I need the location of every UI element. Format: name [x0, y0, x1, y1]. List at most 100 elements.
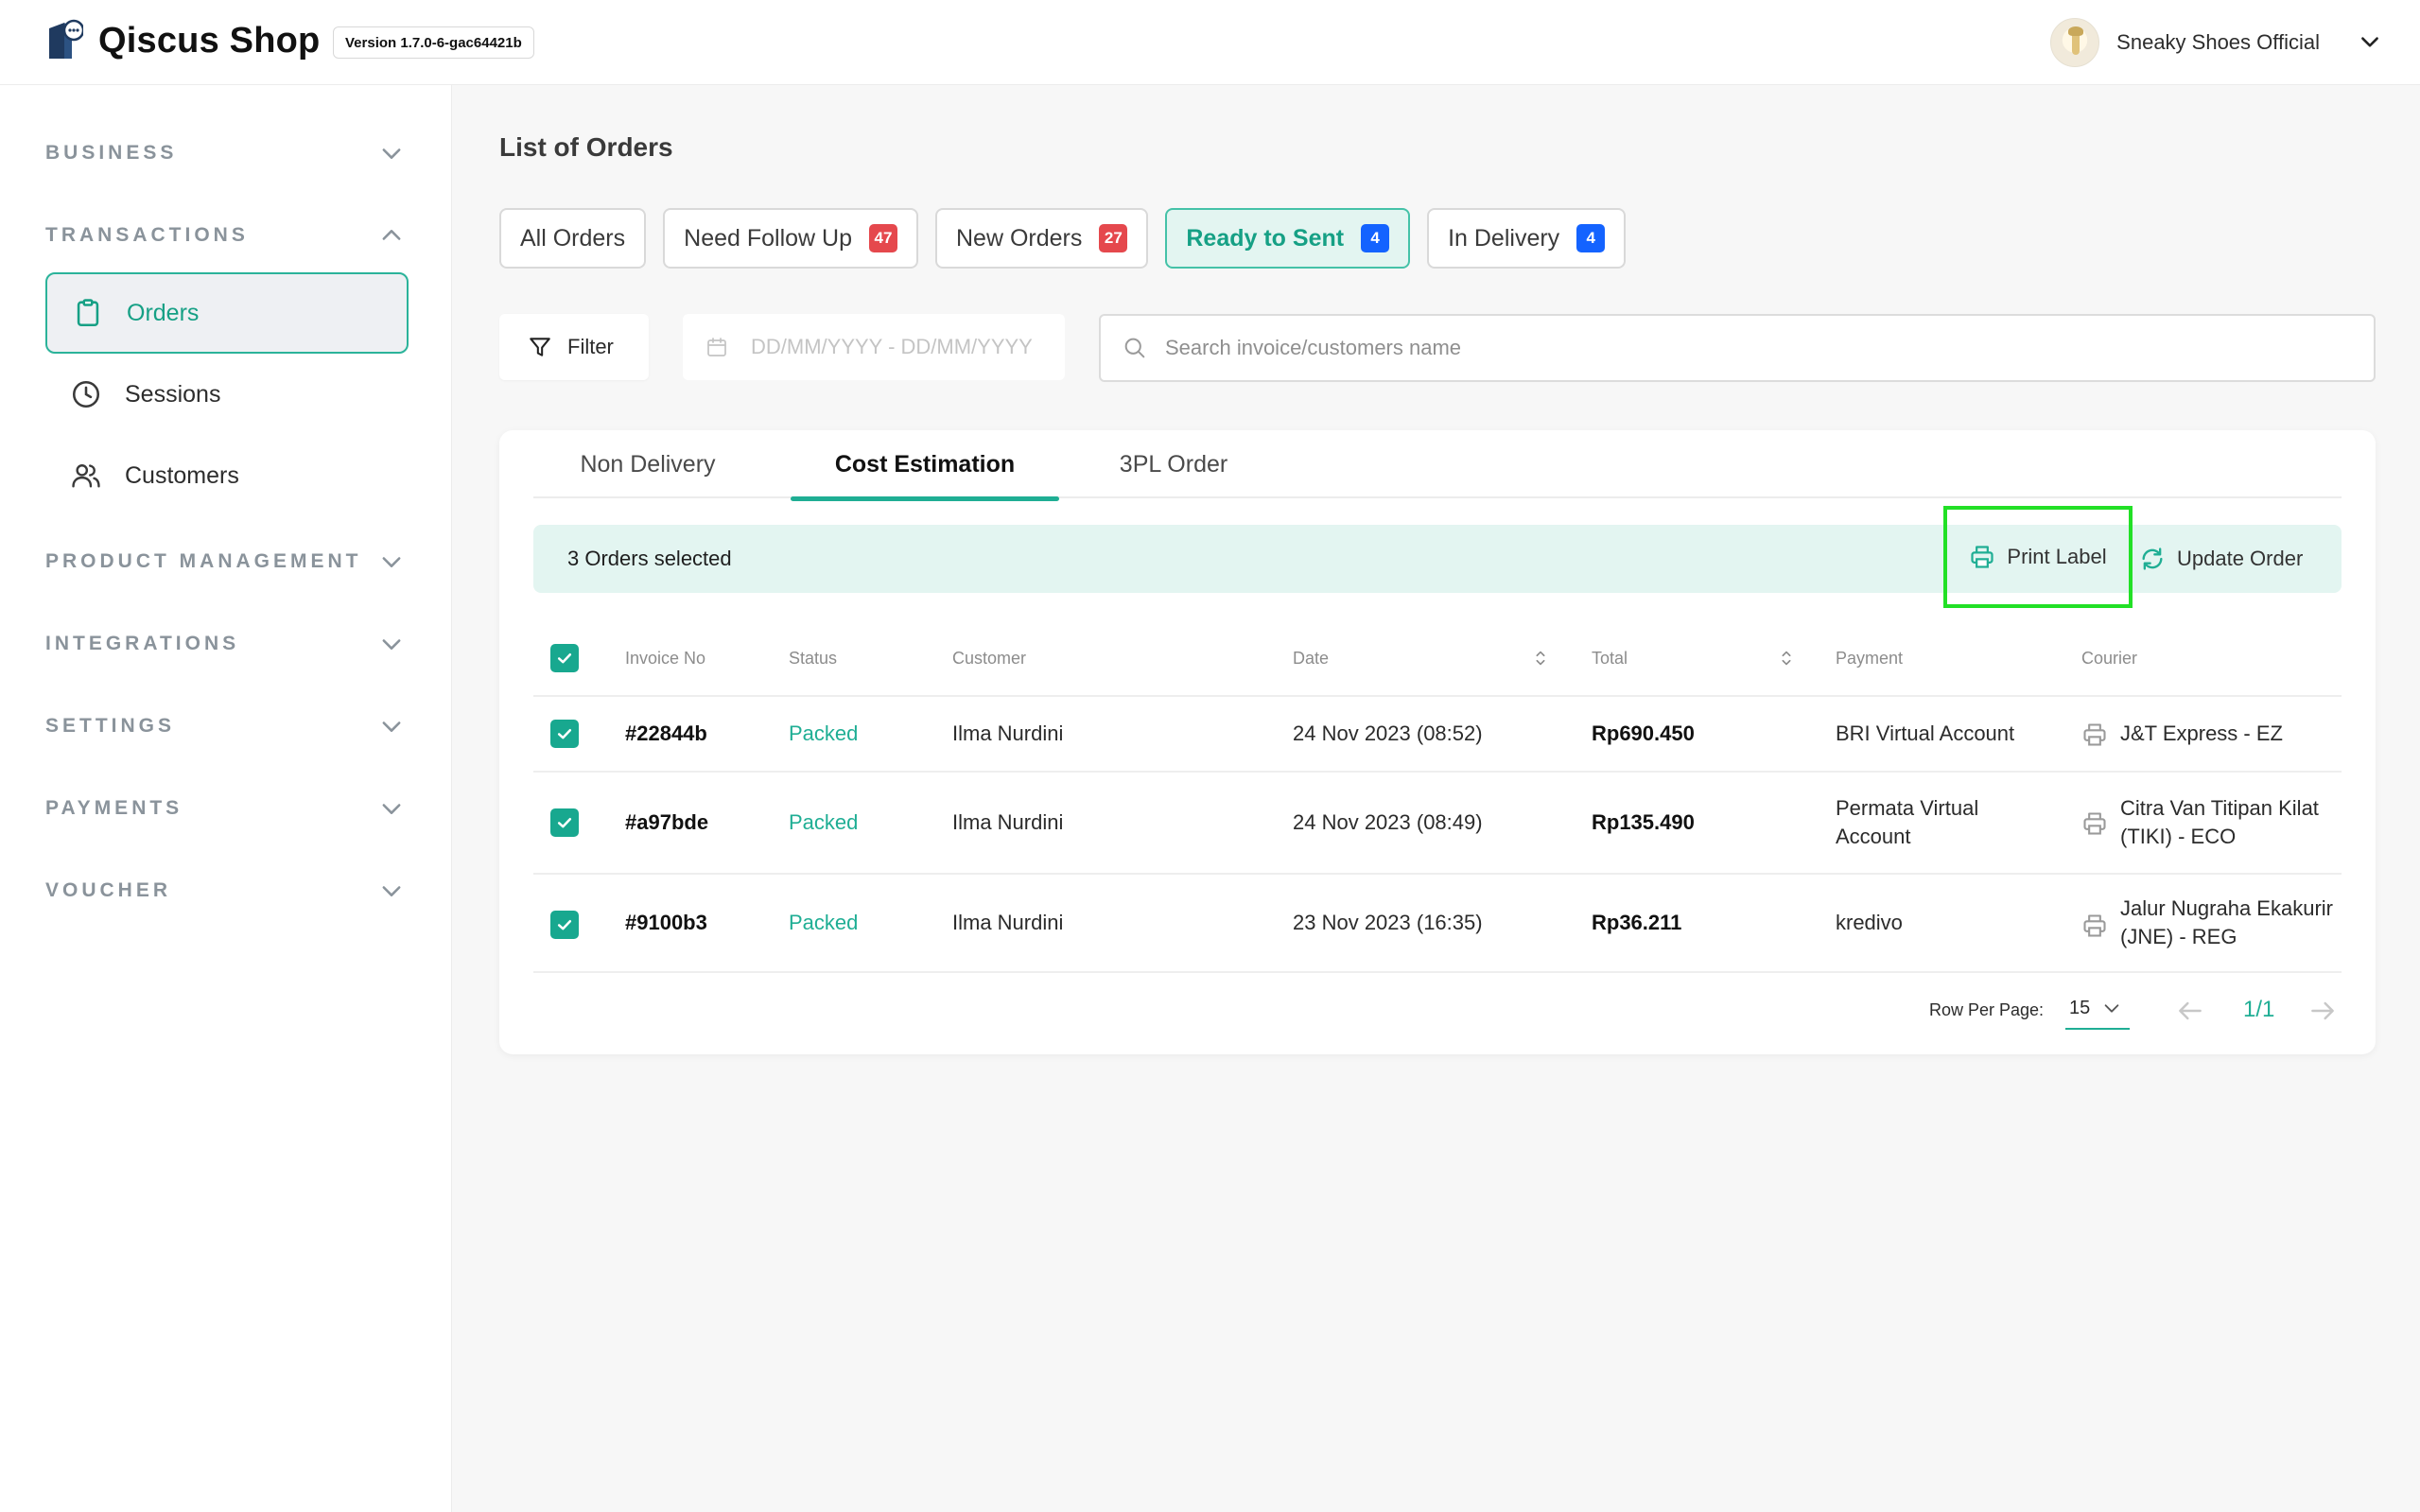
sort-icon[interactable] [1776, 647, 1797, 669]
chevron-down-icon [382, 557, 401, 567]
row-checkbox[interactable] [550, 720, 579, 748]
tab-non-delivery[interactable]: Non Delivery [533, 430, 762, 498]
invoice-number[interactable]: #9100b3 [625, 875, 707, 971]
rows-per-page-value: 15 [2069, 997, 2091, 1018]
search-input[interactable] [1165, 336, 2300, 360]
arrow-left-icon[interactable] [2175, 996, 2205, 1026]
checkmark-icon [557, 729, 572, 739]
printer-icon[interactable] [2081, 721, 2108, 748]
count-badge: 47 [869, 224, 897, 252]
rows-per-page-select[interactable]: 15 [2065, 988, 2130, 1030]
sidebar-section-label: BUSINESS [45, 142, 178, 164]
sidebar-section-voucher[interactable]: VOUCHER [45, 872, 405, 910]
account-menu[interactable]: Sneaky Shoes Official [2050, 17, 2382, 68]
tab-label: Ready to Sent [1186, 224, 1345, 252]
count-badge: 4 [1361, 224, 1390, 252]
page-indicator: 1/1 [2243, 997, 2275, 1022]
column-header-customer: Customer [952, 648, 1027, 668]
order-status: Packed [789, 721, 859, 745]
sidebar-section-integrations[interactable]: INTEGRATIONS [45, 625, 405, 663]
bulk-action-bar: 3 Orders selected Print Label Update Ord… [533, 506, 2342, 608]
filter-icon [530, 338, 550, 356]
sidebar-item-customers[interactable]: Customers [45, 435, 409, 516]
table-row[interactable]: #9100b3 Packed Ilma Nurdini 23 Nov 2023 … [533, 873, 2342, 973]
sidebar-section-payments[interactable]: PAYMENTS [45, 790, 405, 827]
table-row[interactable]: #22844b Packed Ilma Nurdini 24 Nov 2023 … [533, 695, 2342, 771]
printer-icon[interactable] [2081, 912, 2108, 939]
row-checkbox[interactable] [550, 911, 579, 939]
invoice-number[interactable]: #22844b [625, 697, 707, 771]
chevron-down-icon [382, 721, 401, 732]
sidebar: BUSINESS TRANSACTIONS Orders Sessions Cu… [0, 85, 452, 1512]
chevron-down-icon [2104, 1004, 2119, 1013]
order-type-tabs: Non Delivery Cost Estimation 3PL Order [533, 430, 2342, 501]
column-header-invoice: Invoice No [625, 648, 706, 668]
selected-count-text: 3 Orders selected [567, 547, 732, 570]
payment-method: kredivo [1836, 911, 1903, 934]
tab-label: 3PL Order [1119, 450, 1228, 478]
tab-cost-estimation[interactable]: Cost Estimation [791, 430, 1059, 501]
payment-method: BRI Virtual Account [1836, 721, 2015, 745]
sort-icon[interactable] [1530, 647, 1551, 669]
calendar-icon [707, 338, 726, 356]
tab-need-follow-up[interactable]: Need Follow Up 47 [663, 208, 918, 269]
chevron-down-icon [382, 886, 401, 896]
search-icon [1124, 338, 1145, 358]
count-badge: 27 [1099, 224, 1128, 252]
filter-label: Filter [567, 335, 614, 358]
sidebar-item-label: Orders [127, 299, 200, 326]
payment-method: Permata Virtual Account [1836, 796, 1979, 848]
sidebar-item-sessions[interactable]: Sessions [45, 354, 409, 435]
checkmark-icon [557, 653, 572, 664]
refresh-icon [2142, 547, 2163, 570]
invoice-number[interactable]: #a97bde [625, 773, 708, 873]
select-all-checkbox[interactable] [550, 644, 579, 672]
column-header-payment: Payment [1836, 648, 1904, 668]
tab-3pl-order[interactable]: 3PL Order [1067, 430, 1280, 498]
tab-label: New Orders [956, 224, 1083, 252]
tab-in-delivery[interactable]: In Delivery 4 [1427, 208, 1627, 269]
sidebar-item-orders[interactable]: Orders [45, 272, 409, 354]
order-total: Rp690.450 [1592, 721, 1695, 745]
order-date: 23 Nov 2023 (16:35) [1293, 911, 1483, 934]
chevron-down-icon[interactable] [2358, 30, 2382, 55]
table-row[interactable]: #a97bde Packed Ilma Nurdini 24 Nov 2023 … [533, 771, 2342, 873]
customer-name: Ilma Nurdini [952, 810, 1064, 834]
chevron-down-icon [382, 804, 401, 814]
tab-new-orders[interactable]: New Orders 27 [935, 208, 1149, 269]
chevron-up-icon [382, 230, 401, 240]
sidebar-section-label: INTEGRATIONS [45, 633, 240, 654]
sidebar-section-transactions[interactable]: TRANSACTIONS [45, 217, 405, 254]
customer-name: Ilma Nurdini [952, 911, 1064, 934]
search-box [1099, 314, 2376, 382]
clipboard-icon [77, 299, 99, 327]
sidebar-section-product-management[interactable]: PRODUCT MANAGEMENT [45, 543, 405, 581]
tab-label: All Orders [520, 224, 626, 252]
checkmark-icon [557, 920, 572, 930]
brand[interactable]: Qiscus Shop [45, 19, 320, 62]
courier-name: J&T Express - EZ [2120, 721, 2283, 745]
sidebar-section-business[interactable]: BUSINESS [45, 134, 405, 172]
column-header-status: Status [789, 648, 838, 668]
page-title: List of Orders [499, 132, 673, 162]
sidebar-section-label: VOUCHER [45, 879, 172, 901]
column-header-date: Date [1293, 648, 1330, 668]
order-date: 24 Nov 2023 (08:49) [1293, 810, 1483, 834]
filter-button[interactable]: Filter [499, 314, 649, 380]
arrow-right-icon[interactable] [2307, 996, 2338, 1026]
courier-name: Jalur Nugraha Ekakurir (JNE) - REG [2120, 896, 2333, 948]
courier-name: Citra Van Titipan Kilat (TIKI) - ECO [2120, 796, 2319, 848]
tab-all-orders[interactable]: All Orders [499, 208, 647, 269]
printer-icon[interactable] [2081, 810, 2108, 837]
row-checkbox[interactable] [550, 808, 579, 837]
update-order-button[interactable]: Update Order [2139, 525, 2303, 593]
printer-icon [1971, 546, 1994, 568]
pagination: Row Per Page: 15 1/1 [499, 986, 2376, 1034]
customer-name: Ilma Nurdini [952, 721, 1064, 745]
date-range-picker[interactable]: DD/MM/YYYY - DD/MM/YYYY [683, 314, 1065, 380]
sidebar-section-settings[interactable]: SETTINGS [45, 707, 405, 745]
tab-ready-to-sent[interactable]: Ready to Sent 4 [1165, 208, 1411, 269]
version-badge: Version 1.7.0-6-gac64421b [333, 26, 534, 59]
print-label-button[interactable]: Print Label [1943, 506, 2133, 608]
sidebar-section-label: TRANSACTIONS [45, 224, 249, 246]
